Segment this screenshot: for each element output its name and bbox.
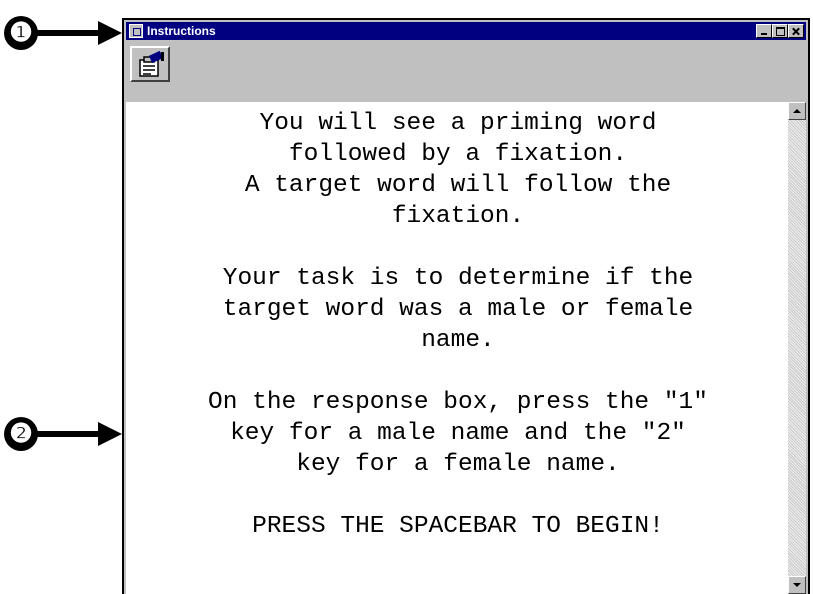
close-button[interactable] <box>788 24 804 38</box>
instructions-window: Instructions You will see a priming word… <box>122 18 810 594</box>
instruction-paragraph-2: Your task is to determine if the target … <box>222 265 694 354</box>
title-bar[interactable]: Instructions <box>126 22 806 40</box>
scroll-up-button[interactable] <box>788 102 806 120</box>
callout-number-2: ❷ <box>4 417 38 451</box>
minimize-button[interactable] <box>756 24 772 38</box>
maximize-button[interactable] <box>772 24 788 38</box>
vertical-scrollbar[interactable] <box>788 102 806 594</box>
properties-button[interactable] <box>130 46 170 82</box>
instruction-paragraph-1: You will see a priming word followed by … <box>244 110 672 230</box>
instruction-paragraph-3: On the response box, press the "1" key f… <box>208 389 708 478</box>
callout-number-1: ❶ <box>4 16 38 50</box>
instructions-text-area[interactable]: You will see a priming word followed by … <box>126 102 790 594</box>
screenshot-stage: ❶ ❷ Instructions You will see a priming … <box>0 0 813 594</box>
scroll-down-button[interactable] <box>788 576 806 594</box>
callout-arrow-icon <box>36 21 122 45</box>
callout-1: ❶ <box>4 16 122 50</box>
window-title: Instructions <box>147 24 216 38</box>
callout-arrow-icon <box>36 422 122 446</box>
instruction-paragraph-4: PRESS THE SPACEBAR TO BEGIN! <box>252 513 664 540</box>
window-app-icon[interactable] <box>129 24 143 38</box>
callout-2: ❷ <box>4 417 122 451</box>
toolbar <box>126 42 806 102</box>
properties-icon <box>139 51 164 77</box>
